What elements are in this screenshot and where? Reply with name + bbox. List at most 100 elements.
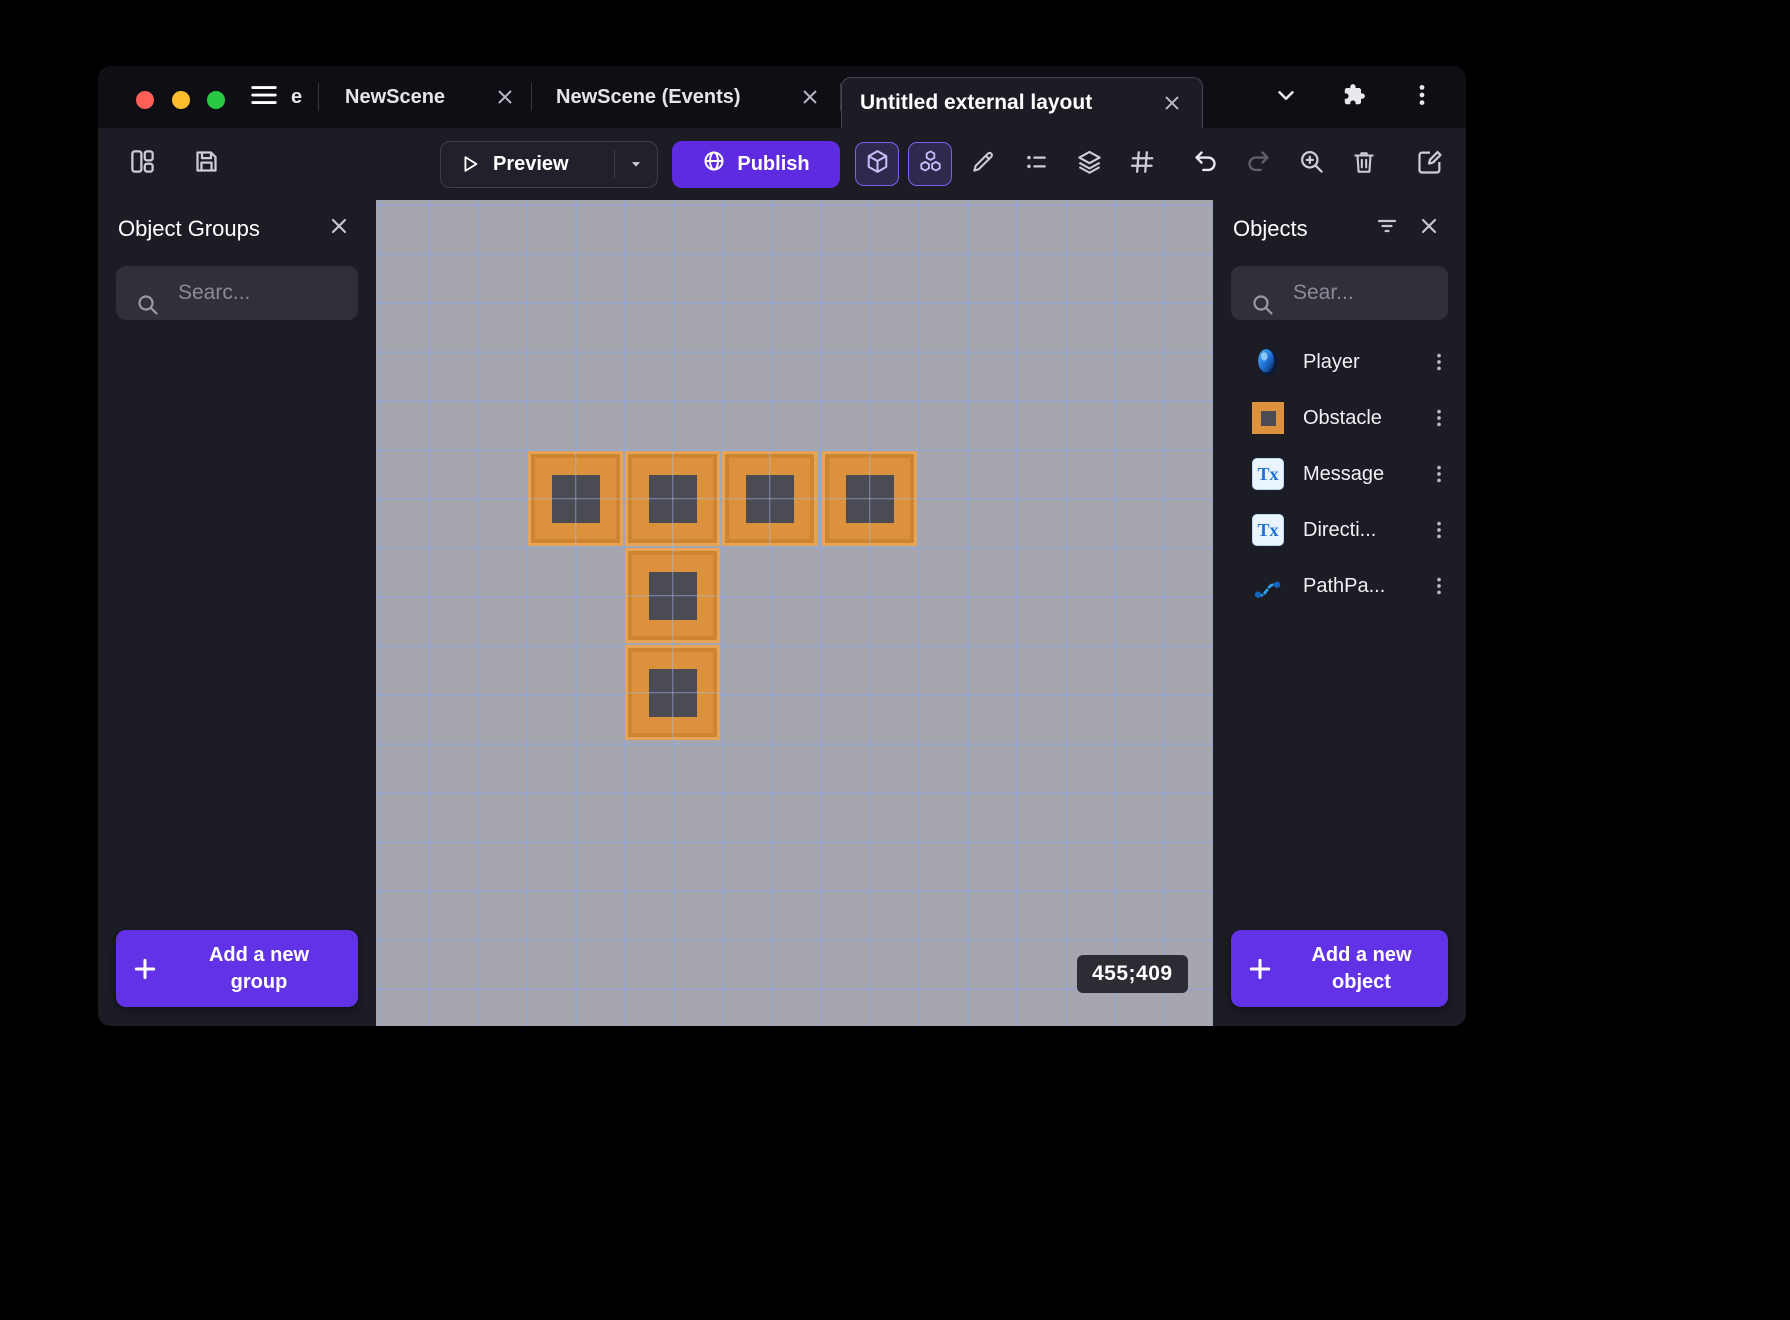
- objects-list: Player Obstacle Tx: [1213, 334, 1466, 614]
- preview-dropdown-button[interactable]: [615, 155, 657, 173]
- object-row-player[interactable]: Player: [1213, 334, 1466, 390]
- delete-button[interactable]: [1342, 142, 1386, 186]
- content-area: Object Groups Add: [98, 200, 1466, 1026]
- edit-scene-button[interactable]: [961, 142, 1005, 186]
- obstacle-icon: [1251, 401, 1285, 435]
- tab-newscene[interactable]: NewScene: [319, 66, 531, 128]
- gdevelop-window: e NewScene NewScene (Events) Untitled ex…: [98, 66, 1466, 1026]
- publish-button[interactable]: Publish: [672, 141, 840, 188]
- object-menu-button[interactable]: [1428, 351, 1450, 373]
- obstacle-instance[interactable]: [822, 451, 917, 546]
- plus-icon: [116, 956, 174, 982]
- undo-icon: [1192, 148, 1219, 180]
- scene-canvas[interactable]: 455;409: [376, 200, 1213, 1026]
- tab-label: Untitled external layout: [860, 91, 1092, 115]
- scene-properties-button[interactable]: [1408, 142, 1452, 186]
- close-icon: [1418, 215, 1440, 243]
- cube-icon: [864, 148, 891, 180]
- close-objects-button[interactable]: [1412, 212, 1446, 246]
- obstacle-instance[interactable]: [722, 451, 817, 546]
- preview-label: Preview: [493, 153, 569, 176]
- layers-icon: [1076, 148, 1103, 180]
- object-label: Message: [1303, 463, 1384, 486]
- hamburger-icon: [249, 80, 279, 115]
- pencil-icon: [970, 149, 996, 180]
- object-row-obstacle[interactable]: Obstacle: [1213, 390, 1466, 446]
- tab-close-icon[interactable]: [1162, 93, 1182, 113]
- obstacle-instance-center: [649, 475, 697, 523]
- add-object-label-line2: object: [1332, 971, 1391, 993]
- puzzle-icon: [1341, 82, 1367, 113]
- collapse-tabs-button[interactable]: [1268, 79, 1304, 115]
- obstacle-instance[interactable]: [625, 548, 720, 643]
- tab-label: e: [291, 86, 302, 109]
- maximize-window-button[interactable]: [207, 91, 225, 109]
- path-object-icon: [1251, 569, 1285, 603]
- obstacle-instance[interactable]: [625, 451, 720, 546]
- object-row-directions[interactable]: Tx Directi...: [1213, 502, 1466, 558]
- redo-button[interactable]: [1236, 142, 1280, 186]
- play-icon: [459, 153, 481, 175]
- text-icon-glyph: Tx: [1252, 458, 1284, 490]
- close-icon: [328, 215, 350, 243]
- obstacle-instance-center: [846, 475, 894, 523]
- cubes-icon: [917, 148, 944, 180]
- project-manager-icon: [129, 148, 156, 180]
- text-object-icon: Tx: [1251, 457, 1285, 491]
- window-menu-button[interactable]: [1404, 79, 1440, 115]
- project-manager-button[interactable]: [120, 142, 164, 186]
- close-object-groups-button[interactable]: [322, 212, 356, 246]
- object-menu-button[interactable]: [1428, 575, 1450, 597]
- object-groups-panel: Object Groups Add: [98, 200, 376, 1026]
- object-menu-button[interactable]: [1428, 519, 1450, 541]
- save-button[interactable]: [184, 142, 228, 186]
- object-label: Player: [1303, 351, 1360, 374]
- object-groups-title: Object Groups: [118, 216, 260, 242]
- tab-partial[interactable]: e: [283, 66, 318, 128]
- chevron-down-icon: [1273, 82, 1299, 113]
- globe-icon: [702, 149, 726, 179]
- main-menu-button[interactable]: [248, 83, 280, 111]
- object-row-pathpaint[interactable]: PathPa...: [1213, 558, 1466, 614]
- add-group-button[interactable]: Add a new group: [116, 930, 358, 1007]
- filter-icon: [1375, 214, 1399, 244]
- cursor-coordinates-badge: 455;409: [1077, 955, 1188, 993]
- tab-strip: e NewScene NewScene (Events) Untitled ex…: [283, 66, 1203, 128]
- zoom-button[interactable]: [1289, 142, 1333, 186]
- object-menu-button[interactable]: [1428, 463, 1450, 485]
- layers-button[interactable]: [1067, 142, 1111, 186]
- obstacle-instance[interactable]: [528, 451, 623, 546]
- objects-title: Objects: [1233, 216, 1308, 242]
- instances-list-button[interactable]: [1014, 142, 1058, 186]
- object-row-message[interactable]: Tx Message: [1213, 446, 1466, 502]
- minimize-window-button[interactable]: [172, 91, 190, 109]
- tab-label: NewScene: [345, 86, 445, 109]
- close-window-button[interactable]: [136, 91, 154, 109]
- preview-button[interactable]: Preview: [440, 141, 658, 188]
- tab-close-icon[interactable]: [495, 87, 515, 107]
- grid-button[interactable]: [1120, 142, 1164, 186]
- obstacle-instance-center: [649, 572, 697, 620]
- object-groups-panel-toggle-button[interactable]: [908, 142, 952, 186]
- add-object-button[interactable]: Add a new object: [1231, 930, 1448, 1007]
- object-menu-button[interactable]: [1428, 407, 1450, 429]
- add-object-label-line1: Add a new: [1311, 944, 1411, 966]
- extensions-button[interactable]: [1336, 79, 1372, 115]
- add-object-label: Add a new object: [1289, 942, 1448, 996]
- filter-objects-button[interactable]: [1370, 212, 1404, 246]
- tab-untitled-external-layout[interactable]: Untitled external layout: [841, 77, 1203, 128]
- undo-button[interactable]: [1183, 142, 1227, 186]
- save-icon: [193, 148, 220, 180]
- trash-icon: [1351, 149, 1377, 180]
- objects-panel: Objects: [1213, 200, 1466, 1026]
- text-object-icon: Tx: [1251, 513, 1285, 547]
- grid-icon: [1129, 149, 1155, 180]
- objects-search: [1231, 266, 1448, 320]
- player-icon: [1251, 345, 1285, 379]
- tab-newscene-events[interactable]: NewScene (Events): [532, 66, 840, 128]
- objects-panel-toggle-button[interactable]: [855, 142, 899, 186]
- tab-close-icon[interactable]: [800, 87, 820, 107]
- obstacle-instance[interactable]: [625, 645, 720, 740]
- zoom-in-icon: [1298, 148, 1325, 180]
- object-groups-empty-area: [98, 320, 376, 930]
